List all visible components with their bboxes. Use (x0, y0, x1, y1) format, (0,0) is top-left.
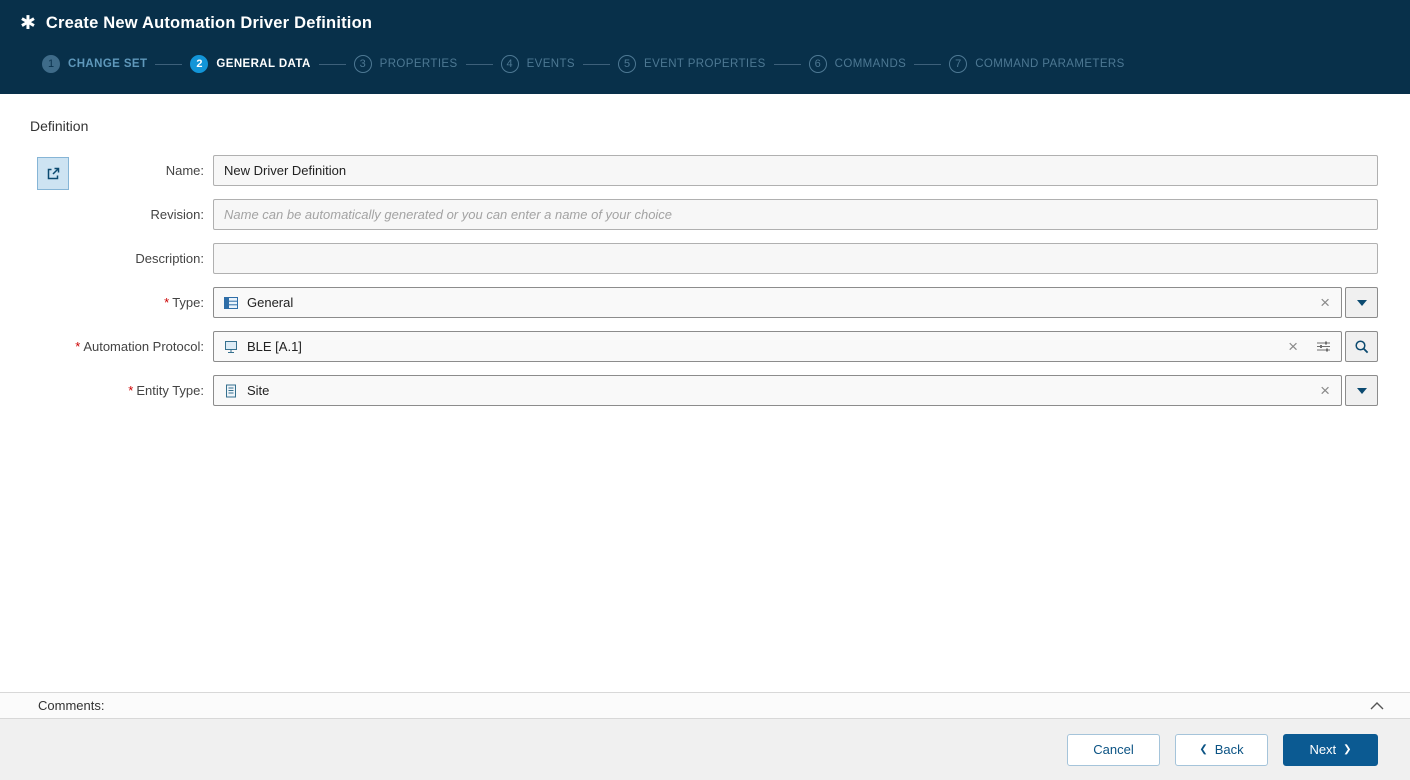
entity-type-field-row: * Entity Type: Site × (30, 375, 1378, 406)
chevron-down-icon (1356, 387, 1367, 394)
step-connector (583, 63, 610, 65)
step-label: CHANGE SET (68, 58, 148, 70)
revision-field-row: Revision: (30, 199, 1378, 230)
create-driver-definition-wizard: ✱ Create New Automation Driver Definitio… (0, 0, 1410, 780)
automation-protocol-clear-icon[interactable]: × (1287, 338, 1299, 355)
chevron-up-icon[interactable] (1370, 701, 1384, 710)
type-field-row: * Type: General × (30, 287, 1378, 318)
step-event-properties[interactable]: 5 EVENT PROPERTIES (618, 55, 766, 73)
chevron-right-icon: ❯ (1343, 743, 1352, 755)
wizard-header: ✱ Create New Automation Driver Definitio… (0, 0, 1410, 94)
name-input[interactable] (213, 155, 1378, 186)
type-label: * Type: (164, 295, 204, 310)
entity-type-icon (224, 384, 238, 398)
revision-input[interactable] (213, 199, 1378, 230)
step-label: EVENT PROPERTIES (644, 58, 766, 70)
entity-type-combobox[interactable]: Site × (213, 375, 1342, 406)
entity-type-clear-icon[interactable]: × (1319, 382, 1331, 399)
entity-type-dropdown-button[interactable] (1345, 375, 1378, 406)
automation-protocol-field-row: * Automation Protocol: BLE [A.1] × (30, 331, 1378, 362)
comments-bar: Comments: (0, 692, 1410, 719)
cancel-button-label: Cancel (1093, 742, 1134, 757)
name-field-row: Name: (30, 155, 1378, 186)
page-title: Create New Automation Driver Definition (45, 14, 373, 32)
step-number: 2 (190, 55, 209, 73)
type-combobox[interactable]: General × (213, 287, 1342, 318)
title-row: ✱ Create New Automation Driver Definitio… (0, 0, 1410, 47)
step-connector (914, 63, 942, 65)
automation-protocol-search-button[interactable] (1345, 331, 1378, 362)
wizard-steps: 1 CHANGE SET 2 GENERAL DATA 3 PROPERTIES… (0, 47, 1410, 81)
step-command-parameters[interactable]: 7 COMMAND PARAMETERS (949, 55, 1124, 73)
cancel-button[interactable]: Cancel (1067, 733, 1160, 766)
chevron-left-icon: ❮ (1199, 743, 1208, 755)
step-general-data[interactable]: 2 GENERAL DATA (190, 55, 310, 73)
automation-protocol-label: * Automation Protocol: (75, 339, 204, 354)
step-label: COMMANDS (834, 58, 907, 70)
description-field-row: Description: (30, 243, 1378, 274)
next-button[interactable]: Next ❯ (1283, 733, 1378, 766)
step-number: 6 (808, 55, 827, 73)
footer-action-bar: Cancel ❮ Back Next ❯ (0, 719, 1410, 780)
step-number: 1 (42, 55, 60, 73)
step-properties[interactable]: 3 PROPERTIES (353, 55, 458, 73)
step-label: GENERAL DATA (216, 58, 311, 70)
step-change-set[interactable]: 1 CHANGE SET (42, 55, 147, 73)
step-connector (155, 63, 183, 65)
step-connector (318, 63, 346, 65)
automation-protocol-value: BLE [A.1] (247, 339, 302, 354)
back-button-label: Back (1214, 742, 1244, 757)
required-marker: * (164, 295, 170, 310)
section-title: Definition (30, 118, 89, 134)
step-label: PROPERTIES (379, 58, 458, 70)
definition-form: Name: Revision: Description: *Type: (30, 155, 1378, 419)
comments-label: Comments: (38, 698, 105, 713)
revision-label: Revision: (150, 207, 204, 222)
type-clear-icon[interactable]: × (1319, 294, 1331, 311)
description-input[interactable] (213, 243, 1378, 274)
automation-protocol-combobox[interactable]: BLE [A.1] × (213, 331, 1342, 362)
step-connector (465, 63, 493, 65)
type-value: General (247, 295, 294, 310)
type-icon (224, 296, 238, 310)
step-label: EVENTS (526, 58, 575, 70)
protocol-icon (224, 340, 238, 354)
required-marker: * (75, 339, 81, 354)
chevron-down-icon (1356, 299, 1367, 306)
step-commands[interactable]: 6 COMMANDS (808, 55, 907, 73)
search-icon (1354, 339, 1370, 355)
step-connector (773, 63, 801, 65)
step-events[interactable]: 4 EVENTS (500, 55, 575, 73)
entity-type-label: * Entity Type: (128, 383, 204, 398)
entity-type-value: Site (247, 383, 270, 398)
description-label: Description: (135, 251, 204, 266)
new-item-icon: ✱ (20, 13, 36, 34)
step-number: 3 (353, 55, 372, 73)
step-number: 7 (949, 55, 968, 73)
type-dropdown-button[interactable] (1345, 287, 1378, 318)
back-button[interactable]: ❮ Back (1175, 733, 1268, 766)
step-number: 5 (618, 55, 636, 73)
step-number: 4 (500, 55, 519, 73)
filter-icon[interactable] (1316, 340, 1331, 353)
step-label: COMMAND PARAMETERS (975, 58, 1125, 70)
required-marker: * (128, 383, 134, 398)
next-button-label: Next (1309, 742, 1337, 757)
name-label: Name: (165, 163, 204, 178)
